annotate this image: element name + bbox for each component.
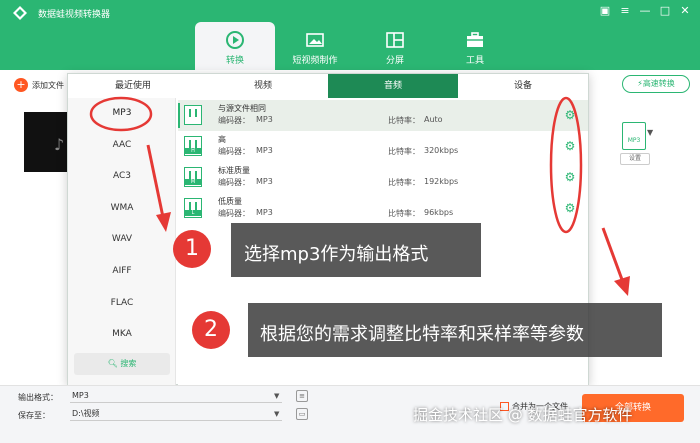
chevron-down-icon[interactable]: ▼ <box>274 392 279 400</box>
window-controls: ▣ ≡ — □ ✕ <box>598 4 692 18</box>
fast-convert-label: 高速转换 <box>642 79 675 88</box>
step-2-text: 根据您的需求调整比特率和采样率等参数 <box>260 324 584 345</box>
encoder-label: 编码器： <box>218 147 250 156</box>
selection-indicator <box>178 103 180 128</box>
minimize-icon[interactable]: — <box>638 4 652 18</box>
convert-icon <box>226 31 244 49</box>
tab-convert[interactable]: 转换 <box>195 22 275 70</box>
add-file-button[interactable]: + 添加文件 <box>14 78 64 92</box>
tab-tools[interactable]: 工具 <box>435 22 515 70</box>
quality-name: 与源文件相同 <box>218 104 266 113</box>
bitrate-label: 比特率： <box>388 178 420 187</box>
search-label: 搜索 <box>120 359 137 368</box>
output-format-label: 输出格式： <box>18 393 58 402</box>
format-item-ac3[interactable]: AC3 <box>68 161 176 193</box>
quality-name: 低质量 <box>218 197 242 206</box>
title-bar: 数据蛙视频转换器 ▣ ≡ — □ ✕ 转换 短视频制作 分屏 工具 <box>0 0 700 70</box>
split-screen-icon <box>386 32 404 48</box>
format-item-wma[interactable]: WMA <box>68 193 176 225</box>
bitrate-label: 比特率： <box>388 147 420 156</box>
format-list: MP3 AAC AC3 WMA WAV AIFF FLAC MKA 🔍︎ 搜索 <box>68 98 176 385</box>
close-icon[interactable]: ✕ <box>678 4 692 18</box>
video-thumbnail[interactable] <box>24 112 72 172</box>
tab-short-video[interactable]: 短视频制作 <box>275 22 355 70</box>
image-icon <box>306 33 324 47</box>
bitrate-value: 96kbps <box>424 208 454 217</box>
feedback-icon[interactable]: ▣ <box>598 4 612 18</box>
output-format-badge[interactable]: MP3 <box>622 122 646 150</box>
format-item-mp3[interactable]: MP3 <box>68 98 176 130</box>
format-category-tabs: 最近使用 视频 音频 设备 <box>68 74 588 98</box>
format-item-aiff[interactable]: AIFF <box>68 256 176 288</box>
bitrate-label: 比特率： <box>388 209 420 218</box>
encoder-label: 编码器： <box>218 116 250 125</box>
tab-split-screen-label: 分屏 <box>385 56 404 66</box>
high-quality-icon: H <box>184 136 202 156</box>
tab-recent[interactable]: 最近使用 <box>68 74 198 98</box>
music-note-icon: ♪ <box>54 135 65 154</box>
quality-name: 标准质量 <box>218 166 250 175</box>
format-item-wav[interactable]: WAV <box>68 224 176 256</box>
chevron-down-icon[interactable]: ▼ <box>274 410 279 418</box>
bitrate-value: 320kbps <box>424 146 459 155</box>
plus-icon: + <box>14 78 28 92</box>
app-logo-icon <box>13 6 27 20</box>
add-file-label: 添加文件 <box>32 80 64 90</box>
medium-quality-icon: M <box>184 167 202 187</box>
encoder-value: MP3 <box>256 177 273 186</box>
bitrate-value: 192kbps <box>424 177 459 186</box>
encoder-value: MP3 <box>256 208 273 217</box>
step-1-text: 选择mp3作为输出格式 <box>244 244 429 265</box>
tab-audio[interactable]: 音频 <box>328 74 458 98</box>
step-2-badge: 2 <box>192 311 230 349</box>
low-quality-icon: L <box>184 198 202 218</box>
quality-row-low[interactable]: L 低质量 编码器： MP3 比特率： 96kbps ⚙ <box>178 193 588 224</box>
watermark: 掘金技术社区 @ 数据蛙官方软件 <box>413 406 633 424</box>
quality-row-same-as-source[interactable]: 与源文件相同 编码器： MP3 比特率： Auto ⚙ <box>178 100 588 131</box>
save-to-label: 保存至： <box>18 411 50 420</box>
output-settings-icon[interactable]: ≡ <box>296 390 308 402</box>
step-1-badge: 1 <box>173 230 211 268</box>
quality-name: 高 <box>218 135 226 144</box>
settings-button[interactable]: 设置 <box>620 153 650 165</box>
gear-icon[interactable]: ⚙ <box>563 170 577 184</box>
main-nav: 转换 短视频制作 分屏 工具 <box>195 22 515 70</box>
tab-video[interactable]: 视频 <box>198 74 328 98</box>
output-format-select[interactable]: MP3 <box>70 389 282 403</box>
encoder-value: MP3 <box>256 146 273 155</box>
bitrate-label: 比特率： <box>388 116 420 125</box>
search-icon: 🔍︎ <box>107 359 118 368</box>
quality-row-standard[interactable]: M 标准质量 编码器： MP3 比特率： 192kbps ⚙ <box>178 162 588 193</box>
format-item-mka[interactable]: MKA <box>68 319 176 351</box>
gear-icon[interactable]: ⚙ <box>563 139 577 153</box>
document-icon <box>184 105 202 125</box>
tab-convert-label: 转换 <box>225 56 244 66</box>
fast-convert-toggle[interactable]: ⚡高速转换 <box>622 75 690 93</box>
bitrate-value: Auto <box>424 115 443 124</box>
chevron-down-icon[interactable]: ▼ <box>647 128 653 137</box>
menu-icon[interactable]: ≡ <box>618 4 632 18</box>
encoder-value: MP3 <box>256 115 273 124</box>
folder-icon[interactable]: ▭ <box>296 408 308 420</box>
gear-icon[interactable]: ⚙ <box>563 108 577 122</box>
format-item-aac[interactable]: AAC <box>68 130 176 162</box>
quality-row-high[interactable]: H 高 编码器： MP3 比特率： 320kbps ⚙ <box>178 131 588 162</box>
tab-tools-label: 工具 <box>465 56 484 66</box>
format-search-button[interactable]: 🔍︎ 搜索 <box>74 353 170 375</box>
tab-device[interactable]: 设备 <box>458 74 588 98</box>
tab-short-video-label: 短视频制作 <box>292 56 338 66</box>
maximize-icon[interactable]: □ <box>658 4 672 18</box>
encoder-label: 编码器： <box>218 209 250 218</box>
encoder-label: 编码器： <box>218 178 250 187</box>
gear-icon[interactable]: ⚙ <box>563 201 577 215</box>
format-item-flac[interactable]: FLAC <box>68 288 176 320</box>
save-path-select[interactable]: D:\视频 <box>70 407 282 421</box>
tab-split-screen[interactable]: 分屏 <box>355 22 435 70</box>
toolbox-icon <box>467 32 483 47</box>
app-title: 数据蛙视频转换器 <box>38 10 111 20</box>
